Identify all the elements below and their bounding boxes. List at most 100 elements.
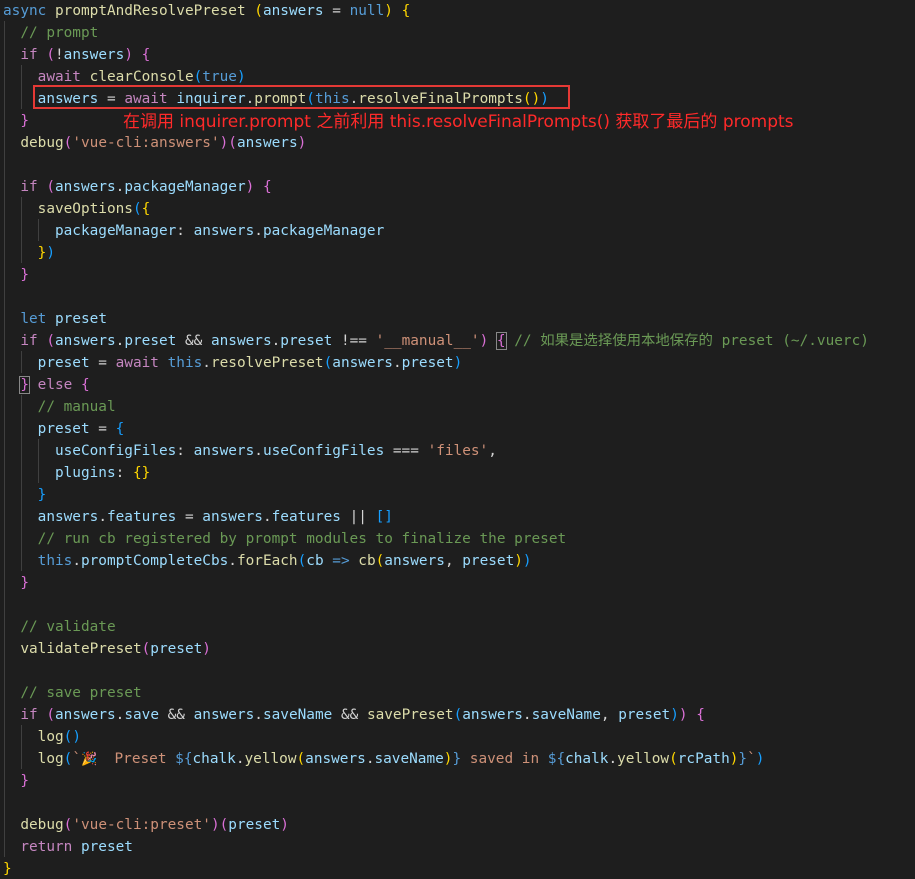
token: chalk <box>192 751 236 767</box>
token: [] <box>375 509 393 525</box>
token: packageManager <box>54 223 177 239</box>
code-line-29: validatePreset(preset) <box>20 641 211 657</box>
comment: // 如果是选择使用本地保存的 preset (~/.vuerc) <box>514 333 869 349</box>
code-line-9: if (answers.packageManager) { <box>20 179 272 195</box>
code-line-15: if (answers.preset && answers.preset !==… <box>20 332 869 350</box>
token: answers <box>210 333 272 349</box>
highlight-box <box>33 85 570 109</box>
token: validatePreset <box>20 641 142 657</box>
token: = <box>89 421 116 437</box>
token: saveName <box>531 707 601 723</box>
token: preset <box>280 333 333 349</box>
token: preset <box>228 817 281 833</box>
token: answers <box>236 135 298 151</box>
token: => <box>332 553 350 569</box>
token: = <box>176 509 203 525</box>
token: async <box>3 3 47 19</box>
token: saveName <box>374 751 444 767</box>
token: answers <box>305 751 366 767</box>
token: else <box>37 377 73 393</box>
code-line-22: } <box>37 487 47 503</box>
token: return <box>20 839 73 855</box>
code-line-21: plugins: {} <box>3 462 150 484</box>
token: preset <box>55 311 107 327</box>
token: answers <box>462 707 523 723</box>
token: resolvePreset <box>210 355 324 371</box>
code-line-33: log() <box>37 729 81 745</box>
token: preset <box>401 355 454 371</box>
code-line-32: if (answers.save && answers.saveName && … <box>20 707 705 723</box>
party-popper-icon: 🎉 <box>81 752 98 767</box>
token: preset <box>37 355 90 371</box>
token: features <box>106 509 177 525</box>
annotation-text: 在调用 inquirer.prompt 之前利用 this.resolveFin… <box>123 112 794 132</box>
token: promptAndResolvePreset <box>55 3 246 19</box>
token: : <box>176 223 194 239</box>
code-line-3: if (!answers) { <box>20 47 151 63</box>
code-line-12: }) <box>37 245 55 261</box>
code-line-19: preset = { <box>37 421 125 437</box>
code-line-35: } <box>20 773 29 789</box>
token: debug <box>20 135 64 151</box>
code-line-18: // manual <box>3 396 116 418</box>
token: savePreset <box>366 707 454 723</box>
string: '__manual__' <box>375 333 480 349</box>
code-line-31: // save preset <box>3 682 142 704</box>
code-line-7: debug('vue-cli:answers')(answers) <box>20 135 307 151</box>
token: , <box>488 443 497 459</box>
comment: // save preset <box>20 685 142 701</box>
token: chalk <box>565 751 609 767</box>
token: && <box>158 707 194 723</box>
token: rcPath <box>677 751 730 767</box>
token: answers <box>37 509 99 525</box>
token: cb <box>306 553 324 569</box>
code-line-34: log(`🎉 Preset ${chalk.yellow(answers.sav… <box>37 751 765 767</box>
token: ! <box>55 47 64 63</box>
token: if <box>20 333 38 349</box>
token: yellow <box>617 751 670 767</box>
token: forEach <box>236 553 298 569</box>
token: answers <box>262 3 324 19</box>
code-line-23: answers.features = answers.features || [… <box>37 509 393 525</box>
token: answers <box>193 443 255 459</box>
token: clearConsole <box>89 69 194 85</box>
comment: // validate <box>20 619 116 635</box>
token: features <box>271 509 341 525</box>
token: answers <box>55 333 116 349</box>
token: if <box>20 707 38 723</box>
code-line-10: saveOptions({ <box>37 201 151 217</box>
token: : <box>176 443 194 459</box>
comment: // manual <box>37 399 116 415</box>
token: {} <box>132 465 151 481</box>
string: Preset <box>97 751 176 767</box>
string: 'files' <box>427 443 489 459</box>
code-line-25: this.promptCompleteCbs.forEach(cb => cb(… <box>37 553 532 569</box>
token: = <box>89 355 116 371</box>
token: && <box>332 707 367 723</box>
token: debug <box>20 817 64 833</box>
token: await <box>115 355 159 371</box>
token: save <box>124 707 159 723</box>
token: preset <box>462 553 515 569</box>
token: if <box>20 47 38 63</box>
token: : <box>115 465 133 481</box>
token: cb <box>358 553 376 569</box>
code-line-16: preset = await this.resolvePreset(answer… <box>37 355 463 371</box>
token: || <box>340 509 376 525</box>
token: let <box>20 311 47 327</box>
comment: // run cb registered by prompt modules t… <box>37 531 567 547</box>
code-line-17: } else { <box>19 376 90 394</box>
comment: // prompt <box>20 25 99 41</box>
code-editor[interactable]: async promptAndResolvePreset (answers = … <box>0 0 915 879</box>
code-line-6: } <box>20 113 29 129</box>
token: answers <box>202 509 263 525</box>
token: answers <box>55 179 116 195</box>
token: && <box>176 333 211 349</box>
token: preset <box>618 707 671 723</box>
token: answers <box>384 553 445 569</box>
code-line-14: let preset <box>3 308 107 330</box>
token: preset <box>150 641 203 657</box>
code-line-1: async promptAndResolvePreset (answers = … <box>3 3 411 19</box>
token: packageManager <box>124 179 246 195</box>
token: saveName <box>262 707 333 723</box>
